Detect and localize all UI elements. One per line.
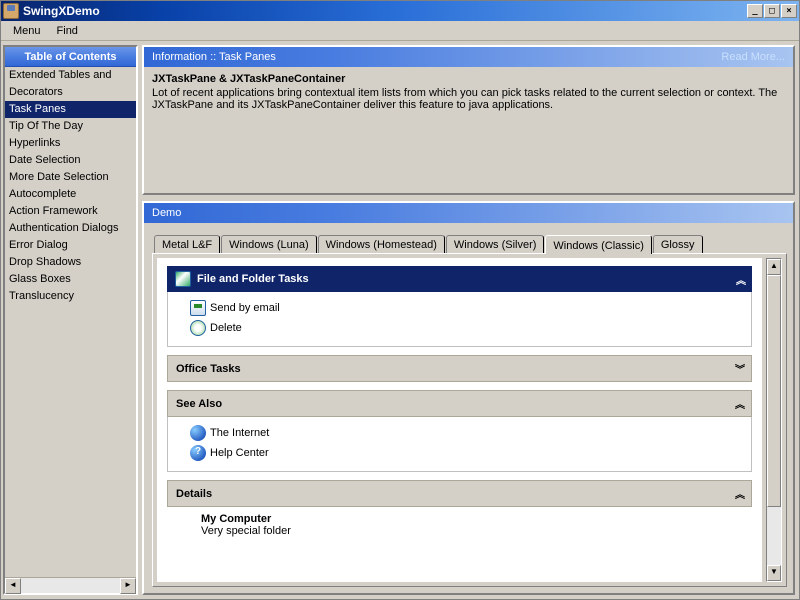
sidebar-list: Extended Tables andDecoratorsTask PanesT…: [5, 67, 136, 577]
globe-icon: [190, 425, 206, 441]
main: Information :: Task Panes Read More... J…: [142, 45, 795, 595]
task-link-help-center[interactable]: Help Center: [176, 443, 743, 463]
taskgroup-header[interactable]: File and Folder Tasks︽: [167, 266, 752, 292]
task-link-the-internet[interactable]: The Internet: [176, 423, 743, 443]
minimize-button[interactable]: _: [747, 4, 763, 18]
tab-windows-luna[interactable]: Windows (Luna): [221, 235, 316, 253]
taskgroup-title: See Also: [176, 398, 735, 410]
taskgroup-details: Details︽My ComputerVery special folder: [167, 480, 752, 545]
sidebar-item-date-selection[interactable]: Date Selection: [5, 152, 136, 169]
task-link-send-by-email[interactable]: Send by email: [176, 298, 743, 318]
sidebar-item-action-framework[interactable]: Action Framework: [5, 203, 136, 220]
menubar: Menu Find: [1, 21, 799, 41]
sidebar-hscroll: ◄ ►: [5, 577, 136, 593]
info-panel: Information :: Task Panes Read More... J…: [142, 45, 795, 195]
vertical-scrollbar: ▲ ▼: [766, 258, 782, 582]
sidebar-item-translucency[interactable]: Translucency: [5, 288, 136, 305]
chevron-up-icon: ︽: [735, 396, 743, 411]
task-link-delete[interactable]: Delete: [176, 318, 743, 338]
info-header: Information :: Task Panes Read More...: [144, 47, 793, 67]
sidebar-item-glass-boxes[interactable]: Glass Boxes: [5, 271, 136, 288]
sidebar-item-task-panes[interactable]: Task Panes: [5, 101, 136, 118]
info-title: JXTaskPane & JXTaskPaneContainer: [152, 73, 785, 85]
content: Table of Contents Extended Tables andDec…: [1, 41, 799, 599]
task-link-label: Delete: [210, 322, 242, 334]
sidebar: Table of Contents Extended Tables andDec…: [3, 45, 138, 595]
java-cup-icon: [3, 3, 19, 19]
chevron-down-icon: ︾: [735, 361, 743, 376]
sidebar-item-autocomplete[interactable]: Autocomplete: [5, 186, 136, 203]
scroll-track[interactable]: [21, 578, 120, 593]
scroll-track-v[interactable]: [767, 275, 781, 565]
sidebar-header: Table of Contents: [5, 47, 136, 67]
taskgroup-body: My ComputerVery special folder: [167, 507, 752, 545]
taskgroup-office-tasks: Office Tasks︾: [167, 355, 752, 382]
detail-title: My Computer: [187, 513, 744, 525]
demo-header-title: Demo: [152, 207, 785, 219]
taskgroup-header[interactable]: See Also︽: [167, 390, 752, 417]
scroll-up-button[interactable]: ▲: [767, 259, 781, 275]
tab-content: File and Folder Tasks︽Send by emailDelet…: [152, 253, 787, 587]
chevron-up-icon: ︽: [735, 486, 743, 501]
sidebar-item-authentication-dialogs[interactable]: Authentication Dialogs: [5, 220, 136, 237]
tab-windows-classic[interactable]: Windows (Classic): [545, 235, 651, 254]
delete-icon: [190, 320, 206, 336]
close-button[interactable]: ×: [781, 4, 797, 18]
window-title: SwingXDemo: [23, 4, 747, 18]
taskgroup-title: File and Folder Tasks: [197, 273, 736, 285]
task-link-label: Help Center: [210, 447, 269, 459]
demo-header: Demo: [144, 203, 793, 223]
info-body: JXTaskPane & JXTaskPaneContainer Lot of …: [144, 67, 793, 117]
scroll-thumb[interactable]: [767, 275, 781, 507]
taskgroup-file-and-folder-tasks: File and Folder Tasks︽ Send by email Delet…: [167, 266, 752, 347]
scroll-right-button[interactable]: ►: [120, 578, 136, 594]
detail-subtitle: Very special folder: [187, 525, 744, 537]
maximize-button[interactable]: □: [764, 4, 780, 18]
tab-windows-homestead[interactable]: Windows (Homestead): [318, 235, 445, 253]
task-link-label: Send by email: [210, 302, 280, 314]
sidebar-item-decorators[interactable]: Decorators: [5, 84, 136, 101]
menu-menu[interactable]: Menu: [5, 23, 49, 39]
app-window: SwingXDemo _ □ × Menu Find Table of Cont…: [0, 0, 800, 600]
menu-find[interactable]: Find: [49, 23, 86, 39]
scroll-left-button[interactable]: ◄: [5, 578, 21, 594]
sidebar-item-more-date-selection[interactable]: More Date Selection: [5, 169, 136, 186]
tab-glossy[interactable]: Glossy: [653, 235, 703, 253]
tab-metal-l-f[interactable]: Metal L&F: [154, 235, 220, 253]
mail-icon: [190, 300, 206, 316]
taskgroup-title: Office Tasks: [176, 363, 735, 375]
tabs: Metal L&FWindows (Luna)Windows (Homestea…: [152, 231, 787, 253]
sidebar-item-tip-of-the-day[interactable]: Tip Of The Day: [5, 118, 136, 135]
sidebar-item-error-dialog[interactable]: Error Dialog: [5, 237, 136, 254]
sidebar-item-drop-shadows[interactable]: Drop Shadows: [5, 254, 136, 271]
folder-icon: [175, 271, 191, 287]
info-text: Lot of recent applications bring context…: [152, 87, 785, 111]
window-controls: _ □ ×: [747, 4, 797, 18]
sidebar-item-extended-tables-and[interactable]: Extended Tables and: [5, 67, 136, 84]
chevron-up-icon: ︽: [736, 272, 744, 287]
help-icon: [190, 445, 206, 461]
taskgroup-body: The Internet Help Center: [167, 417, 752, 472]
sidebar-item-hyperlinks[interactable]: Hyperlinks: [5, 135, 136, 152]
taskgroup-body: Send by email Delete: [167, 292, 752, 347]
demo-body: Metal L&FWindows (Luna)Windows (Homestea…: [144, 223, 793, 593]
taskgroup-header[interactable]: Details︽: [167, 480, 752, 507]
demo-panel: Demo Metal L&FWindows (Luna)Windows (Hom…: [142, 201, 795, 595]
taskgroup-header[interactable]: Office Tasks︾: [167, 355, 752, 382]
taskgroup-title: Details: [176, 488, 735, 500]
tab-windows-silver[interactable]: Windows (Silver): [446, 235, 545, 253]
scroll-down-button[interactable]: ▼: [767, 565, 781, 581]
titlebar: SwingXDemo _ □ ×: [1, 1, 799, 21]
task-link-label: The Internet: [210, 427, 269, 439]
read-more-link[interactable]: Read More...: [721, 51, 785, 63]
taskgroup-see-also: See Also︽ The Internet Help Center: [167, 390, 752, 472]
taskpane-area: File and Folder Tasks︽Send by emailDelet…: [157, 258, 762, 582]
info-header-title: Information :: Task Panes: [152, 51, 721, 63]
